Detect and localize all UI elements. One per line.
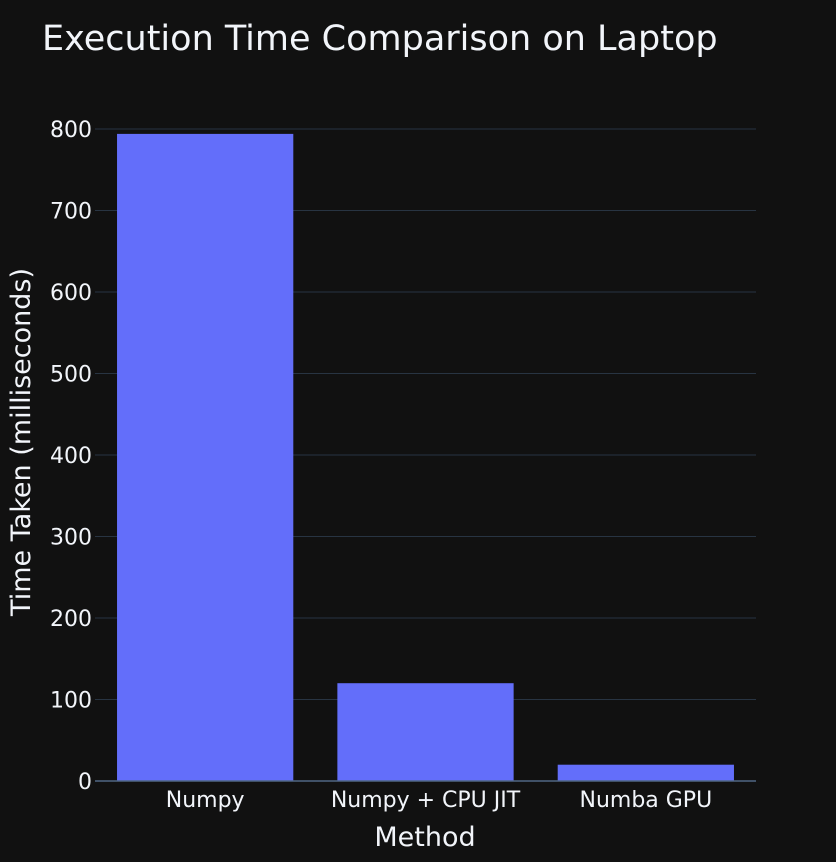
y-tick-label: 100 xyxy=(50,689,92,714)
bars xyxy=(117,133,734,781)
x-tick-label: Numpy xyxy=(166,788,245,813)
y-tick-label: 0 xyxy=(78,770,92,795)
bar xyxy=(337,683,514,781)
bar-chart: Execution Time Comparison on Laptop 0 100… xyxy=(6,19,756,853)
y-tick-label: 800 xyxy=(50,118,92,143)
x-tick-label: Numpy + CPU JIT xyxy=(331,788,521,813)
y-tick-label: 600 xyxy=(50,281,92,306)
x-axis-title: Method xyxy=(374,822,475,853)
y-tick-label: 700 xyxy=(50,200,92,225)
bar xyxy=(557,764,734,781)
y-axis-ticks: 0 100 200 300 400 500 600 700 800 xyxy=(50,118,92,795)
y-tick-label: 300 xyxy=(50,526,92,551)
y-axis-title: Time Taken (milliseconds) xyxy=(6,268,37,617)
x-tick-label: Numba GPU xyxy=(579,788,712,813)
x-axis-ticks: Numpy Numpy + CPU JIT Numba GPU xyxy=(166,788,712,813)
y-tick-label: 200 xyxy=(50,607,92,632)
y-tick-label: 500 xyxy=(50,363,92,388)
y-tick-label: 400 xyxy=(50,444,92,469)
chart-title: Execution Time Comparison on Laptop xyxy=(42,19,718,59)
bar xyxy=(117,133,294,781)
